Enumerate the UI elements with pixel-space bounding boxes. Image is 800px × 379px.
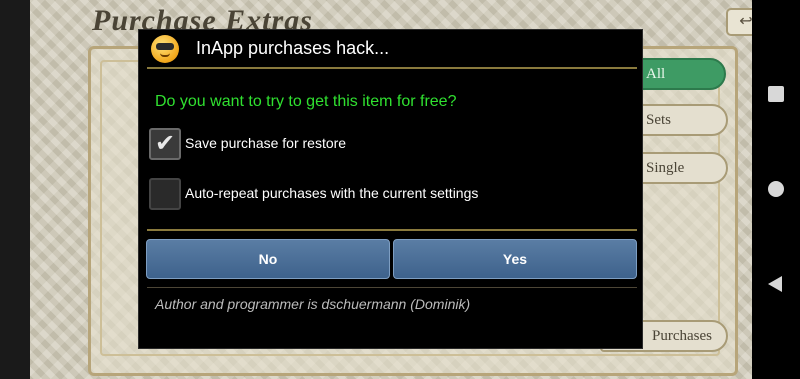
smile-shape (160, 53, 170, 57)
game-left-edge (0, 0, 30, 379)
tab-all[interactable]: All (630, 58, 726, 90)
save-purchase-checkbox[interactable]: ✔ (149, 128, 181, 160)
tab-single[interactable]: Single (630, 152, 728, 184)
android-nav-bar (752, 0, 800, 379)
save-purchase-label: Save purchase for restore (185, 135, 347, 151)
header-divider (147, 67, 637, 69)
option-auto-repeat[interactable]: Auto-repeat purchases with the current s… (149, 178, 629, 212)
dialog-question: Do you want to try to get this item for … (155, 93, 457, 110)
triangle-back-icon[interactable] (768, 276, 782, 292)
auto-repeat-label: Auto-repeat purchases with the current s… (185, 185, 479, 201)
author-credit: Author and programmer is dschuermann (Do… (155, 296, 471, 312)
sunglasses-shape (156, 43, 174, 50)
game-back-button[interactable]: ↩ (726, 8, 752, 36)
footer-divider (147, 287, 637, 288)
dialog-header: InApp purchases hack... (139, 30, 642, 68)
no-button[interactable]: No (146, 239, 390, 279)
yes-button[interactable]: Yes (393, 239, 637, 279)
buttons-divider (147, 229, 637, 231)
cool-smiley-icon (151, 35, 179, 63)
square-icon[interactable] (768, 86, 784, 102)
dialog-title: InApp purchases hack... (196, 38, 390, 58)
option-save-purchase[interactable]: ✔ Save purchase for restore (149, 128, 629, 162)
inapp-hack-dialog: InApp purchases hack... Do you want to t… (138, 29, 643, 349)
tab-sets[interactable]: Sets (630, 104, 728, 136)
auto-repeat-checkbox[interactable] (149, 178, 181, 210)
circle-icon[interactable] (768, 181, 784, 197)
